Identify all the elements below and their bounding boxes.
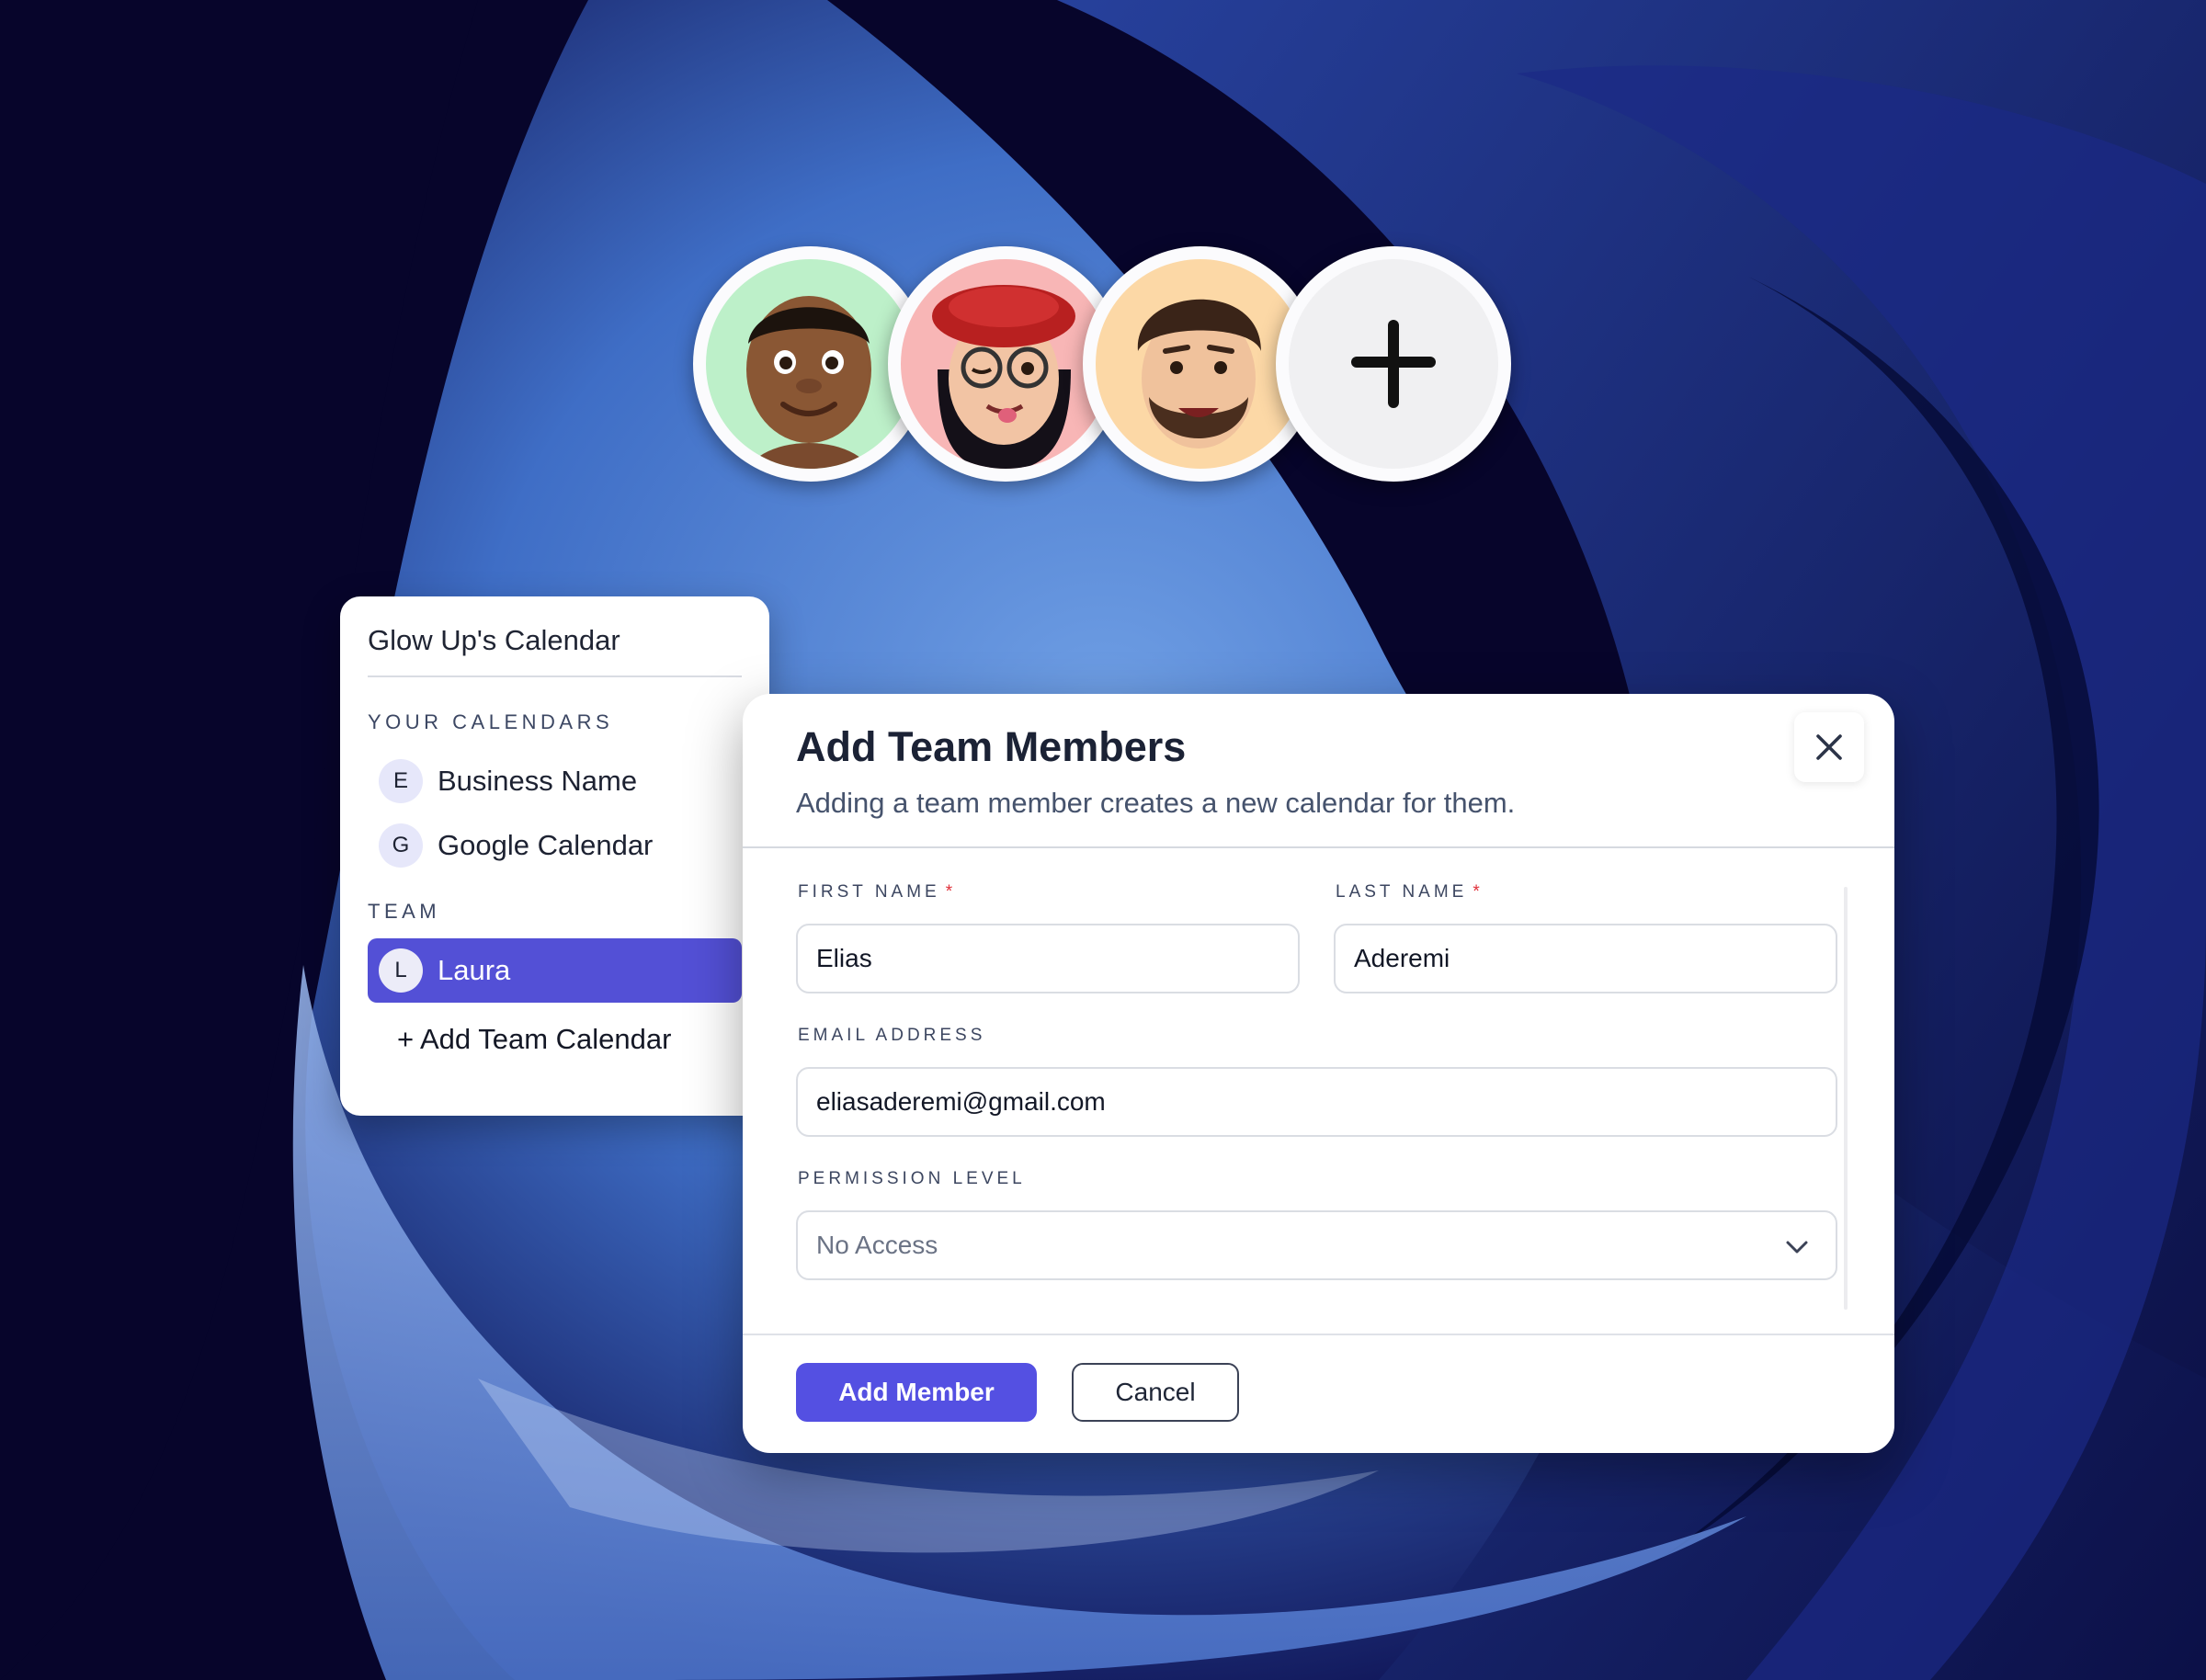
permission-value: No Access — [816, 1231, 938, 1259]
calendar-item-label: Google Calendar — [438, 829, 654, 861]
add-member-circle — [1289, 259, 1498, 469]
chevron-down-icon — [1786, 1241, 1808, 1254]
required-mark: * — [1473, 882, 1484, 902]
calendar-item-label: Business Name — [438, 765, 638, 797]
cancel-button[interactable]: Cancel — [1072, 1363, 1239, 1422]
add-member-avatar[interactable] — [1276, 246, 1511, 482]
form-scrollbar[interactable] — [1844, 887, 1848, 1310]
avatar-face — [1096, 259, 1305, 469]
first-name-label: FIRST NAME * — [798, 882, 956, 902]
permission-select[interactable]: No Access — [796, 1210, 1837, 1280]
add-team-members-dialog: Add Team Members Adding a team member cr… — [743, 694, 1894, 1453]
dialog-header: Add Team Members Adding a team member cr… — [743, 694, 1894, 848]
team-badge: L — [379, 948, 423, 993]
last-name-label: LAST NAME * — [1336, 882, 1484, 902]
last-name-label-text: LAST NAME — [1336, 882, 1468, 902]
dialog-title: Add Team Members — [796, 723, 1187, 770]
dialog-subtitle: Adding a team member creates a new calen… — [796, 787, 1516, 819]
close-icon — [1816, 734, 1842, 760]
email-field[interactable]: eliasaderemi@gmail.com — [796, 1067, 1837, 1137]
plus-icon — [1351, 320, 1436, 408]
email-value: eliasaderemi@gmail.com — [816, 1087, 1106, 1116]
close-button[interactable] — [1794, 712, 1864, 782]
add-member-button[interactable]: Add Member — [796, 1363, 1037, 1422]
calendar-item-business[interactable]: E Business Name — [368, 749, 742, 813]
calendar-badge: G — [379, 823, 423, 868]
avatar-face — [901, 259, 1110, 469]
team-item-laura[interactable]: L Laura — [368, 938, 742, 1003]
permission-label: PERMISSION LEVEL — [798, 1169, 1026, 1188]
add-team-calendar-link[interactable]: + Add Team Calendar — [368, 1023, 742, 1056]
your-calendars-heading: YOUR CALENDARS — [368, 710, 614, 733]
calendar-badge: E — [379, 759, 423, 803]
email-label: EMAIL ADDRESS — [798, 1026, 986, 1045]
footer-divider — [743, 1334, 1894, 1335]
first-name-value: Elias — [816, 944, 872, 972]
team-item-label: Laura — [438, 954, 511, 986]
team-avatars — [693, 246, 1511, 485]
first-name-field[interactable]: Elias — [796, 924, 1300, 993]
calendar-panel: Glow Up's Calendar YOUR CALENDARS E Busi… — [340, 596, 769, 1116]
last-name-value: Aderemi — [1354, 944, 1450, 972]
first-name-label-text: FIRST NAME — [798, 882, 940, 902]
calendar-item-google[interactable]: G Google Calendar — [368, 813, 742, 878]
calendar-panel-title: Glow Up's Calendar — [368, 624, 742, 677]
team-heading: TEAM — [368, 900, 441, 923]
avatar-face — [706, 259, 915, 469]
required-mark: * — [945, 882, 957, 902]
last-name-field[interactable]: Aderemi — [1334, 924, 1837, 993]
